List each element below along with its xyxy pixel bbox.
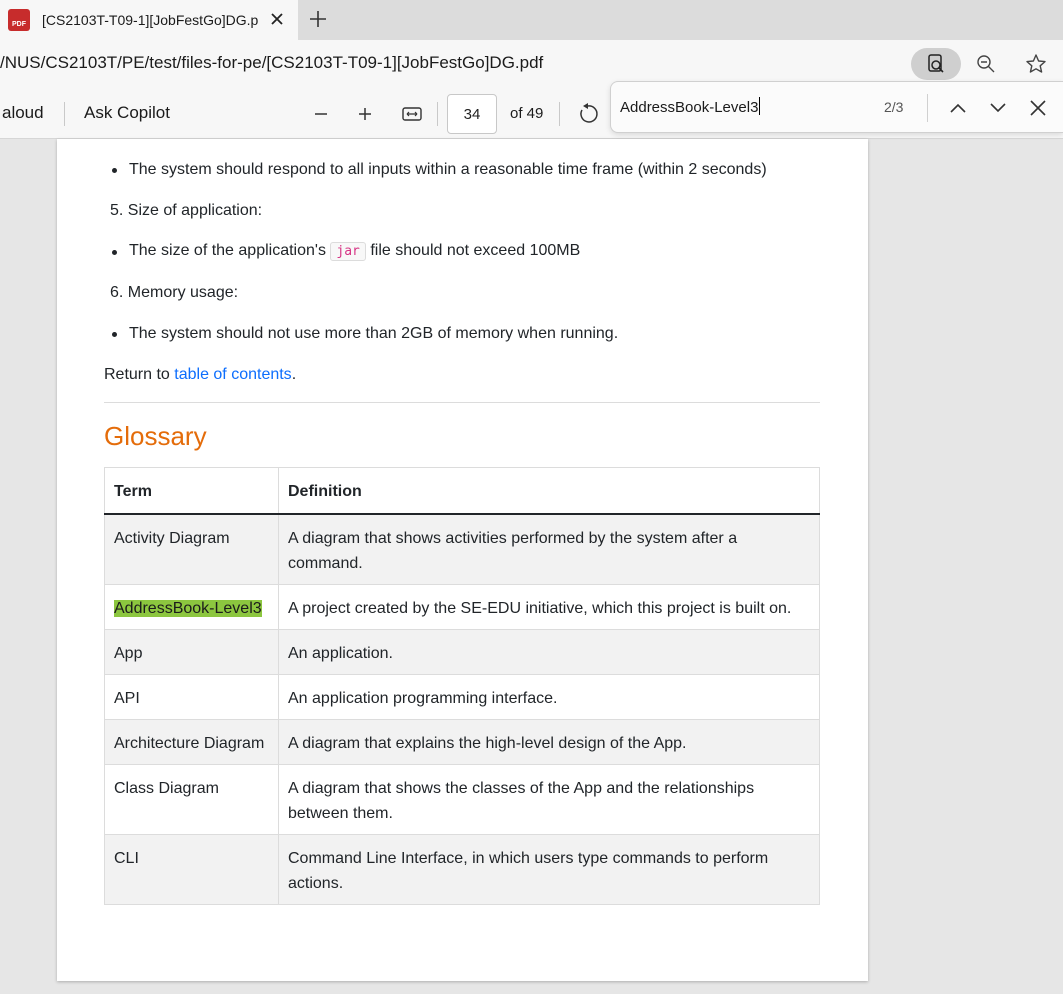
- term-cell: Activity Diagram: [104, 513, 279, 585]
- term-cell: AddressBook-Level3: [104, 584, 279, 630]
- fit-to-width-icon[interactable]: [398, 100, 426, 128]
- close-tab-icon[interactable]: [266, 8, 288, 30]
- ask-copilot-button[interactable]: Ask Copilot: [84, 103, 170, 123]
- table-of-contents-link[interactable]: table of contents: [174, 366, 291, 383]
- close-find-icon[interactable]: [1024, 94, 1052, 122]
- bullet-marker: [112, 250, 117, 255]
- table-header-definition: Definition: [278, 467, 820, 515]
- pdf-page: The system should respond to all inputs …: [57, 139, 868, 981]
- table-header-term: Term: [104, 467, 279, 515]
- requirement-heading: 5. Size of application:: [110, 202, 263, 219]
- requirement-heading: 6. Memory usage:: [110, 284, 239, 301]
- return-line: Return to table of contents.: [104, 366, 297, 383]
- find-in-page-icon[interactable]: [911, 48, 961, 80]
- definition-cell: An application.: [278, 629, 820, 675]
- glossary-heading: Glossary: [104, 421, 207, 451]
- definition-cell: An application programming interface.: [278, 674, 820, 720]
- search-highlight: AddressBook-Level3: [114, 600, 262, 617]
- requirement-text: The system should not use more than 2GB …: [129, 325, 619, 342]
- find-result-count: 2/3: [884, 99, 904, 115]
- chevron-up-icon[interactable]: [944, 94, 972, 122]
- table-row: Class Diagram A diagram that shows the c…: [104, 764, 820, 835]
- toolbar-divider: [437, 102, 438, 126]
- find-bar: AddressBook-Level3 2/3: [610, 81, 1063, 133]
- browser-tab[interactable]: PDF [CS2103T-T09-1][JobFestGo]DG.p: [0, 0, 298, 40]
- inline-code: jar: [330, 242, 366, 261]
- term-cell: API: [104, 674, 279, 720]
- definition-cell: Command Line Interface, in which users t…: [278, 834, 820, 905]
- tab-title: [CS2103T-T09-1][JobFestGo]DG.p: [42, 12, 259, 28]
- table-row: Activity Diagram A diagram that shows ac…: [104, 513, 820, 585]
- zoom-minus-icon[interactable]: [307, 100, 335, 128]
- table-row: AddressBook-Level3 A project created by …: [104, 584, 820, 630]
- bullet-marker: [112, 168, 117, 173]
- chevron-down-icon[interactable]: [984, 94, 1012, 122]
- term-cell: App: [104, 629, 279, 675]
- requirement-text: The system should respond to all inputs …: [129, 161, 767, 178]
- bullet-marker: [112, 332, 117, 337]
- page-total-label: of 49: [510, 105, 544, 122]
- glossary-table: Term Definition Activity Diagram A diagr…: [104, 467, 820, 905]
- find-divider: [927, 94, 928, 122]
- page-number-input[interactable]: 34: [447, 94, 497, 134]
- read-aloud-button[interactable]: aloud: [2, 103, 44, 123]
- find-input[interactable]: AddressBook-Level3: [620, 97, 761, 116]
- section-divider: [104, 402, 820, 403]
- definition-cell: A project created by the SE-EDU initiati…: [278, 584, 820, 630]
- zoom-out-icon[interactable]: [966, 48, 1006, 80]
- term-cell: CLI: [104, 834, 279, 905]
- table-row: CLI Command Line Interface, in which use…: [104, 834, 820, 905]
- requirement-text: The size of the application's jar file s…: [129, 242, 581, 261]
- tab-strip: PDF [CS2103T-T09-1][JobFestGo]DG.p: [0, 0, 1063, 40]
- toolbar-divider: [559, 102, 560, 126]
- pdf-file-icon: PDF: [8, 9, 30, 31]
- definition-cell: A diagram that explains the high-level d…: [278, 719, 820, 765]
- term-cell: Architecture Diagram: [104, 719, 279, 765]
- toolbar-divider: [64, 102, 65, 126]
- table-row: Architecture Diagram A diagram that expl…: [104, 719, 820, 765]
- definition-cell: A diagram that shows the classes of the …: [278, 764, 820, 835]
- table-row: App An application.: [104, 629, 820, 675]
- definition-cell: A diagram that shows activities performe…: [278, 513, 820, 585]
- table-row: API An application programming interface…: [104, 674, 820, 720]
- rotate-icon[interactable]: [574, 100, 602, 128]
- zoom-plus-icon[interactable]: [351, 100, 379, 128]
- new-tab-icon[interactable]: [305, 6, 331, 32]
- url-text[interactable]: /NUS/CS2103T/PE/test/files-for-pe/[CS210…: [0, 53, 543, 73]
- favorite-star-icon[interactable]: [1016, 48, 1056, 80]
- term-cell: Class Diagram: [104, 764, 279, 835]
